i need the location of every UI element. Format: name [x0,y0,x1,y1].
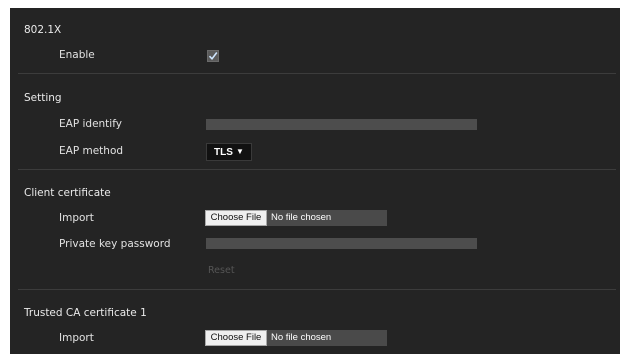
trusted-ca-1-choose-file-button[interactable]: Choose File [205,330,267,346]
section-divider [18,73,616,74]
trusted-ca-1-file-input: Choose File No file chosen [205,330,387,346]
section-title-dot1x: 802.1X [24,24,62,36]
reset-button[interactable]: Reset [208,265,235,276]
section-divider [18,289,616,290]
trusted-ca-1-file-status: No file chosen [271,332,332,343]
client-cert-file-input: Choose File No file chosen [205,210,387,226]
eap-identify-input[interactable] [206,119,477,130]
section-title-setting: Setting [24,92,62,104]
dot1x-settings-panel: 802.1X Enable Setting EAP identify EAP m… [10,8,620,354]
private-key-password-label: Private key password [59,238,171,250]
private-key-password-input[interactable] [206,238,477,249]
trusted-ca-1-import-label: Import [59,332,94,344]
section-divider [18,169,616,170]
client-cert-import-label: Import [59,212,94,224]
triangle-down-icon: ▼ [236,147,244,156]
enable-checkbox[interactable] [207,50,219,62]
enable-label: Enable [59,49,95,61]
eap-identify-label: EAP identify [59,118,122,130]
eap-method-label: EAP method [59,145,124,157]
section-title-client-certificate: Client certificate [24,187,111,199]
section-title-trusted-ca-1: Trusted CA certificate 1 [24,307,147,319]
client-cert-file-status: No file chosen [271,212,332,223]
checkmark-icon [208,52,218,61]
client-cert-choose-file-button[interactable]: Choose File [205,210,267,226]
eap-method-select[interactable]: TLS ▼ [206,143,252,161]
eap-method-value: TLS [214,147,233,158]
